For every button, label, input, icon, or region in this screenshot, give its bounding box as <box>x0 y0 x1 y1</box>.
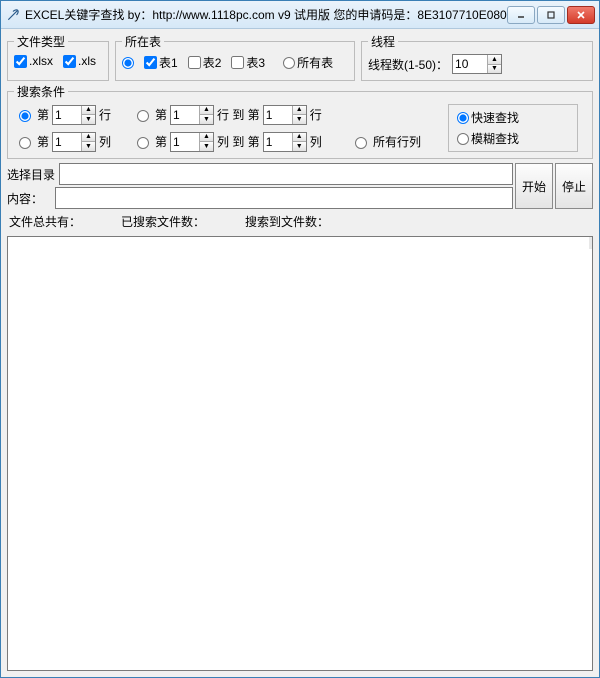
dir-row: 选择目录 内容： 开始 停止 <box>7 163 593 209</box>
thread-spinner[interactable]: ▲ ▼ <box>452 54 502 74</box>
row-range-from-input[interactable] <box>171 106 199 124</box>
checkbox-sheet1-input[interactable] <box>144 56 157 69</box>
thread-label: 线程数(1-50)： <box>368 56 448 73</box>
status-total: 文件总共有： <box>9 213 81 230</box>
thread-input[interactable] <box>453 55 487 73</box>
checkbox-xls[interactable]: .xls <box>63 54 96 68</box>
window-controls <box>507 6 595 24</box>
radio-all-rc[interactable] <box>355 137 367 149</box>
col-range-from-spin[interactable]: ▲▼ <box>170 132 214 152</box>
content-input[interactable] <box>55 187 513 209</box>
radio-sheet-all-input[interactable] <box>283 57 295 69</box>
select-dir-label: 选择目录 <box>7 166 59 183</box>
checkbox-xlsx-label: .xlsx <box>29 54 53 68</box>
search-mode-box: 快速查找 模糊查找 <box>448 104 578 152</box>
group-sheet: 所在表 表1 表2 表3 <box>115 33 355 81</box>
row-range-to-spin[interactable]: ▲▼ <box>263 105 307 125</box>
radio-col-single[interactable] <box>19 137 31 149</box>
checkbox-sheet3-input[interactable] <box>231 56 244 69</box>
checkbox-sheet3-label: 表3 <box>246 54 265 71</box>
client-area: 文件类型 .xlsx .xls 所在表 <box>1 29 599 677</box>
minimize-button[interactable] <box>507 6 535 24</box>
col-range-from-input[interactable] <box>171 133 199 151</box>
stop-button[interactable]: 停止 <box>555 163 593 209</box>
radio-row-range[interactable] <box>137 110 149 122</box>
legend-search: 搜索条件 <box>14 83 68 100</box>
checkbox-sheet2-label: 表2 <box>203 54 222 71</box>
cond-col-single: 第 ▲▼ 列 <box>14 132 124 152</box>
radio-sheet-all[interactable]: 所有表 <box>283 54 333 71</box>
maximize-button[interactable] <box>537 6 565 24</box>
legend-filetype: 文件类型 <box>14 33 68 50</box>
radio-fast-input[interactable] <box>457 112 469 124</box>
cond-col-range: 第 ▲▼ 列 到 第 ▲▼ 列 <box>132 132 342 152</box>
status-found: 搜索到文件数： <box>245 213 329 230</box>
legend-sheet: 所在表 <box>122 33 164 50</box>
group-filetype: 文件类型 .xlsx .xls <box>7 33 109 81</box>
radio-row-single[interactable] <box>19 110 31 122</box>
row-range-from-spin[interactable]: ▲▼ <box>170 105 214 125</box>
app-window: EXCEL关键字查找 by：http://www.1118pc.com v9 试… <box>0 0 600 678</box>
checkbox-sheet2[interactable]: 表2 <box>188 54 222 71</box>
row-single-spin[interactable]: ▲▼ <box>52 105 96 125</box>
col-single-spin[interactable]: ▲▼ <box>52 132 96 152</box>
results-list[interactable] <box>7 236 593 671</box>
top-group-row: 文件类型 .xlsx .xls 所在表 <box>7 33 593 81</box>
group-thread: 线程 线程数(1-50)： ▲ ▼ <box>361 33 593 81</box>
checkbox-xlsx[interactable]: .xlsx <box>14 54 53 68</box>
checkbox-sheet1-label: 表1 <box>159 54 178 71</box>
results-scroll-indicator <box>589 237 592 249</box>
checkbox-xls-input[interactable] <box>63 55 76 68</box>
row-single-input[interactable] <box>53 106 81 124</box>
row-range-to-input[interactable] <box>264 106 292 124</box>
app-icon <box>5 7 21 23</box>
status-searched: 已搜索文件数： <box>121 213 205 230</box>
select-dir-input[interactable] <box>59 163 513 185</box>
checkbox-sheet1[interactable]: 表1 <box>144 54 178 71</box>
col-range-to-spin[interactable]: ▲▼ <box>263 132 307 152</box>
titlebar: EXCEL关键字查找 by：http://www.1118pc.com v9 试… <box>1 1 599 29</box>
thread-spin-down[interactable]: ▼ <box>488 65 501 74</box>
radio-fuzzy-input[interactable] <box>457 133 469 145</box>
thread-spin-up[interactable]: ▲ <box>488 55 501 65</box>
checkbox-sheet2-input[interactable] <box>188 56 201 69</box>
title-text: EXCEL关键字查找 by：http://www.1118pc.com v9 试… <box>25 6 507 23</box>
group-search: 搜索条件 第 ▲▼ 行 第 <box>7 83 593 159</box>
radio-fuzzy[interactable]: 模糊查找 <box>457 130 563 147</box>
legend-thread: 线程 <box>368 33 398 50</box>
content-label: 内容： <box>7 190 55 207</box>
close-button[interactable] <box>567 6 595 24</box>
radio-fast[interactable]: 快速查找 <box>457 109 563 126</box>
checkbox-sheet3[interactable]: 表3 <box>231 54 265 71</box>
checkbox-xls-label: .xls <box>78 54 96 68</box>
radio-sheet-checked[interactable] <box>122 57 134 69</box>
radio-sheet-checked-input[interactable] <box>122 57 134 69</box>
col-single-input[interactable] <box>53 133 81 151</box>
cond-row-range: 第 ▲▼ 行 到 第 ▲▼ 行 <box>132 105 342 125</box>
checkbox-xlsx-input[interactable] <box>14 55 27 68</box>
cond-row-single: 第 ▲▼ 行 <box>14 105 124 125</box>
start-button[interactable]: 开始 <box>515 163 553 209</box>
status-row: 文件总共有： 已搜索文件数： 搜索到文件数： <box>7 211 593 232</box>
radio-col-range[interactable] <box>137 137 149 149</box>
col-range-to-input[interactable] <box>264 133 292 151</box>
radio-sheet-all-label: 所有表 <box>297 54 333 71</box>
cond-all-rc: 所有行列 <box>350 133 440 150</box>
